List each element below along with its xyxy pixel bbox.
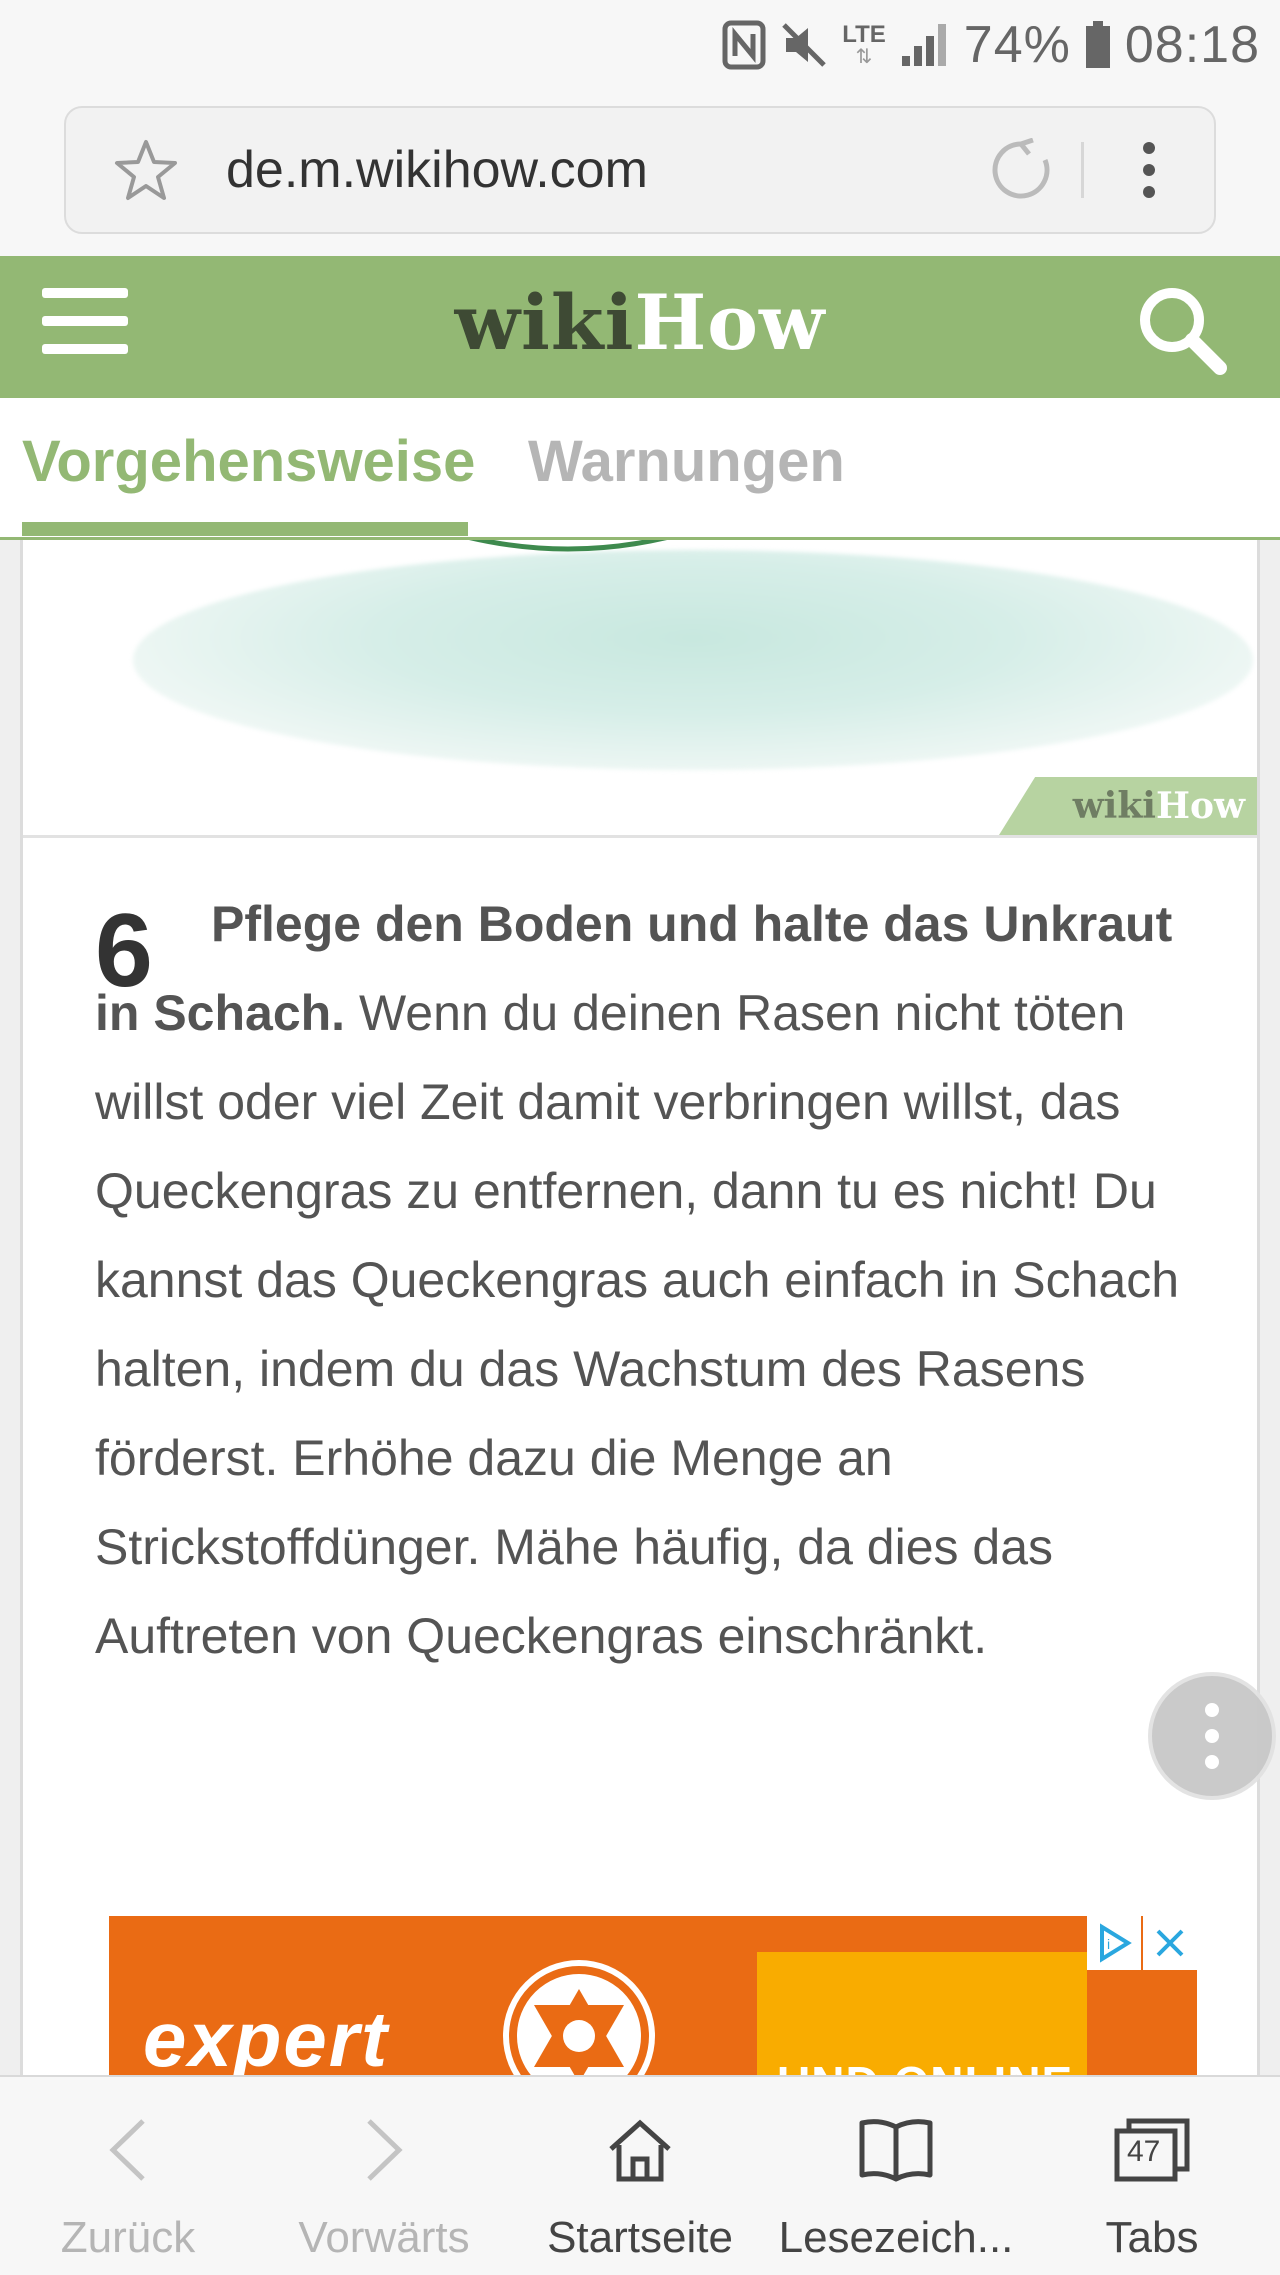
advertisement-banner[interactable]: expert UND ONLINE. i [109, 1916, 1197, 2075]
ad-brand-text: expert [143, 1995, 390, 2075]
ad-yellow-panel: UND ONLINE. [757, 1952, 1087, 2075]
battery-icon [1085, 15, 1111, 75]
status-bar: LTE ⇅ 74% 08:18 [0, 0, 1280, 90]
url-text[interactable]: de.m.wikihow.com [226, 140, 961, 200]
site-header: wikiHow [0, 256, 1280, 398]
signal-icon [900, 15, 950, 75]
nav-bookmarks-label: Lesezeich... [778, 2213, 1014, 2262]
lte-icon: LTE ⇅ [842, 21, 886, 68]
nav-tabs-button[interactable]: 47 Tabs [1024, 2077, 1280, 2275]
tab-warnungen[interactable]: Warnungen [528, 428, 845, 495]
tabs-icon: 47 [1113, 2113, 1191, 2187]
step-description: Wenn du deinen Rasen nicht töten willst … [95, 985, 1180, 1664]
ad-tagline: UND ONLINE. [777, 2056, 1087, 2075]
nav-back-label: Zurück [60, 2213, 196, 2262]
address-bar[interactable]: de.m.wikihow.com [64, 106, 1216, 234]
nav-back-button[interactable]: Zurück [0, 2077, 256, 2275]
nav-bookmarks-button[interactable]: Lesezeich... [768, 2077, 1024, 2275]
article-content[interactable]: wikiHow 6 Pflege den Boden und halte das… [0, 540, 1280, 2075]
nav-forward-button[interactable]: Vorwärts [256, 2077, 512, 2275]
forward-icon [359, 2113, 409, 2187]
nfc-icon [722, 15, 766, 75]
mute-icon [780, 15, 828, 75]
nav-home-label: Startseite [547, 2213, 733, 2262]
step-6: 6 Pflege den Boden und halte das Unkraut… [95, 880, 1215, 1681]
watercolor-wash [133, 550, 1253, 770]
step-illustration: wikiHow [23, 540, 1257, 838]
clock: 08:18 [1124, 16, 1260, 74]
step-body: Pflege den Boden und halte das Unkraut i… [95, 880, 1215, 1681]
battery-percent: 74% [963, 16, 1071, 74]
adchoices-icon[interactable]: i [1087, 1916, 1141, 1970]
search-icon[interactable] [1134, 282, 1230, 378]
wikihow-logo[interactable]: wikiHow [0, 278, 1280, 367]
tab-count: 47 [1127, 2135, 1161, 2168]
home-icon [605, 2113, 675, 2187]
ad-close-icon[interactable] [1143, 1916, 1197, 1970]
active-tab-indicator [22, 522, 468, 536]
nav-home-button[interactable]: Startseite [512, 2077, 768, 2275]
network-type: LTE [842, 21, 886, 48]
bookmark-star-icon[interactable] [66, 138, 226, 202]
section-tabs: Vorgehensweise Warnungen [0, 398, 1280, 540]
step-card: wikiHow 6 Pflege den Boden und halte das… [20, 540, 1260, 2075]
nav-tabs-label: Tabs [1105, 2213, 1199, 2262]
back-icon [103, 2113, 153, 2187]
reload-icon[interactable] [961, 138, 1081, 202]
browser-menu-icon[interactable] [1084, 140, 1214, 200]
svg-text:i: i [1107, 1936, 1110, 1952]
tab-vorgehensweise[interactable]: Vorgehensweise [22, 428, 475, 495]
browser-bottom-nav: Zurück Vorwärts Startseite Lesezeich... … [0, 2075, 1280, 2275]
bookmarks-icon [858, 2113, 934, 2187]
step-number: 6 [95, 893, 153, 1009]
illustration-edge [469, 540, 667, 552]
floating-more-icon[interactable] [1148, 1672, 1276, 1800]
wikihow-watermark: wikiHow [999, 777, 1257, 835]
expert-logo-icon [509, 1966, 649, 2075]
nav-forward-label: Vorwärts [298, 2213, 470, 2262]
